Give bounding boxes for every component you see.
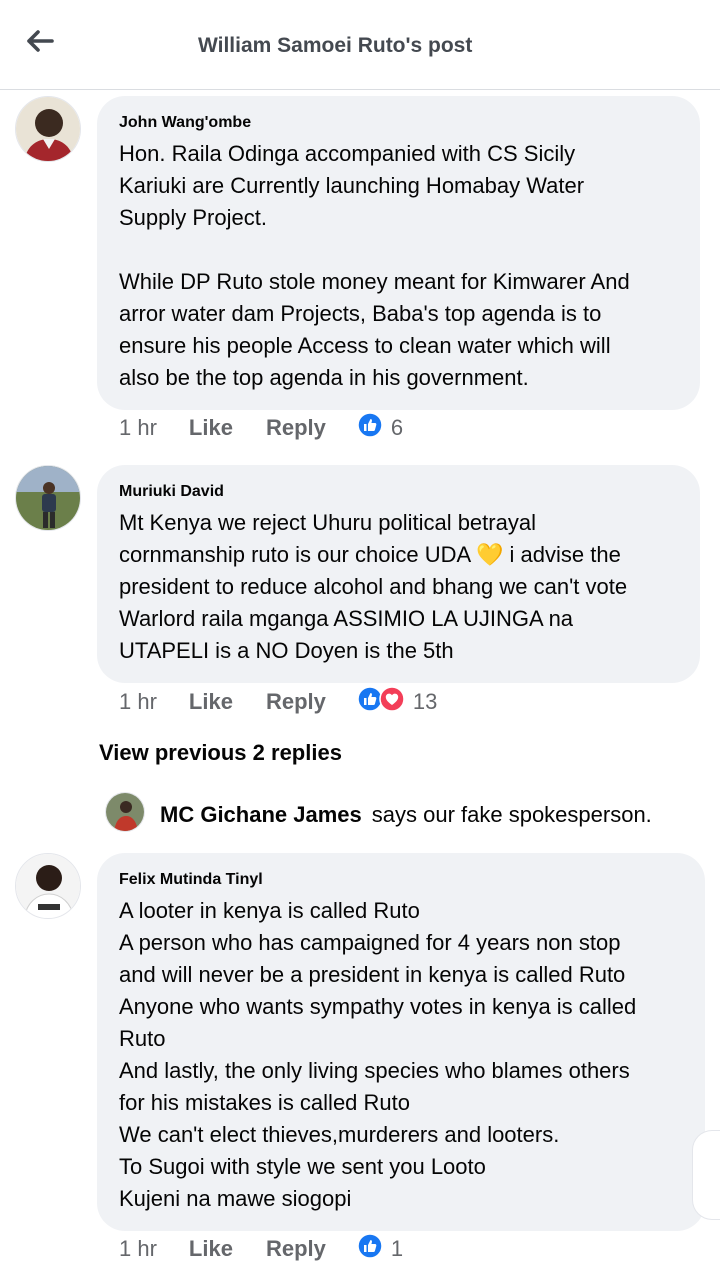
comment-text-line: for his mistakes is called Ruto (119, 1090, 410, 1115)
comment-text-line: We can't elect thieves,murderers and loo… (119, 1122, 560, 1147)
comment-text-line: A person who has campaigned for 4 years … (119, 930, 621, 955)
comment-author[interactable]: Muriuki David (119, 483, 678, 501)
like-reaction-icon (357, 412, 383, 444)
comment-bubble: Felix Mutinda Tinyl A looter in kenya is… (97, 853, 705, 1231)
comment-text-line: ensure his people Access to clean water … (119, 333, 611, 358)
comment-text-line: Warlord raila mganga ASSIMIO LA UJINGA n… (119, 606, 574, 631)
reply-button[interactable]: Reply (266, 1236, 326, 1262)
paragraph-break (119, 234, 678, 266)
comment-actions: 1 hr Like Reply 13 (119, 686, 437, 718)
reply-button[interactable]: Reply (266, 689, 326, 715)
comment-timestamp[interactable]: 1 hr (119, 415, 157, 441)
like-button[interactable]: Like (189, 415, 233, 441)
like-button[interactable]: Like (189, 1236, 233, 1262)
comment-text-line: While DP Ruto stole money meant for Kimw… (119, 269, 630, 294)
view-previous-replies-link[interactable]: View previous 2 replies (99, 740, 342, 766)
post-header: William Samoei Ruto's post (0, 0, 720, 90)
comment-text-line: and will never be a president in kenya i… (119, 962, 626, 987)
avatar[interactable] (15, 96, 81, 162)
reactions-summary[interactable]: 1 (357, 1233, 403, 1265)
love-reaction-icon (379, 686, 405, 718)
reactions-summary[interactable]: 13 (357, 686, 437, 718)
like-button[interactable]: Like (189, 689, 233, 715)
comment-timestamp[interactable]: 1 hr (119, 1236, 157, 1262)
comment-author[interactable]: John Wang'ombe (119, 114, 678, 132)
comment-bubble: John Wang'ombe Hon. Raila Odinga accompa… (97, 96, 700, 410)
comment-text-line: president to reduce alcohol and bhang we… (119, 574, 628, 599)
comment-bubble: Muriuki David Mt Kenya we reject Uhuru p… (97, 465, 700, 683)
comment-text-line: arror water dam Projects, Baba's top age… (119, 301, 602, 326)
comment-text-line: Hon. Raila Odinga accompanied with CS Si… (119, 141, 576, 166)
comment-text-line: Mt Kenya we reject Uhuru political betra… (119, 510, 536, 535)
comment-text-line: also be the top agenda in his government… (119, 365, 529, 390)
comment-text-line: A looter in kenya is called Ruto (119, 898, 420, 923)
comment-text-line: cornmanship ruto is our choice UDA 💛 i a… (119, 542, 621, 567)
comment-text-line: And lastly, the only living species who … (119, 1058, 630, 1083)
like-reaction-icon (357, 1233, 383, 1265)
avatar[interactable] (105, 792, 145, 832)
floating-scroll-handle[interactable] (692, 1130, 720, 1220)
comment-text-line: Supply Project. (119, 205, 267, 230)
reaction-count: 6 (390, 415, 404, 440)
reply-preview[interactable]: MC Gichane James says our fake spokespers… (160, 802, 652, 828)
reactions-summary[interactable]: 6 (357, 412, 403, 444)
reply-button[interactable]: Reply (266, 415, 326, 441)
comment-author[interactable]: Felix Mutinda Tinyl (119, 871, 683, 889)
comment-text-line: To Sugoi with style we sent you Looto (119, 1154, 486, 1179)
comment-text-line: Kujeni na mawe siogopi (119, 1186, 352, 1211)
avatar[interactable] (15, 465, 81, 531)
comment-timestamp[interactable]: 1 hr (119, 689, 157, 715)
reaction-count: 1 (390, 1236, 404, 1261)
arrow-left-icon (25, 29, 55, 58)
comment-actions: 1 hr Like Reply 6 (119, 412, 403, 444)
comment-text-line: UTAPELI is a NO Doyen is the 5th (119, 638, 454, 663)
back-button[interactable] (22, 28, 58, 58)
comment-actions: 1 hr Like Reply 1 (119, 1233, 403, 1265)
page-title: William Samoei Ruto's post (198, 34, 473, 57)
comment-text-line: Ruto (119, 1026, 166, 1051)
reply-author[interactable]: MC Gichane James (160, 802, 362, 827)
reaction-count: 13 (412, 689, 438, 714)
avatar[interactable] (15, 853, 81, 919)
comment-text-line: Anyone who wants sympathy votes in kenya… (119, 994, 637, 1019)
comment-text-line: Kariuki are Currently launching Homabay … (119, 173, 585, 198)
reply-text: says our fake spokesperson. (371, 802, 652, 827)
